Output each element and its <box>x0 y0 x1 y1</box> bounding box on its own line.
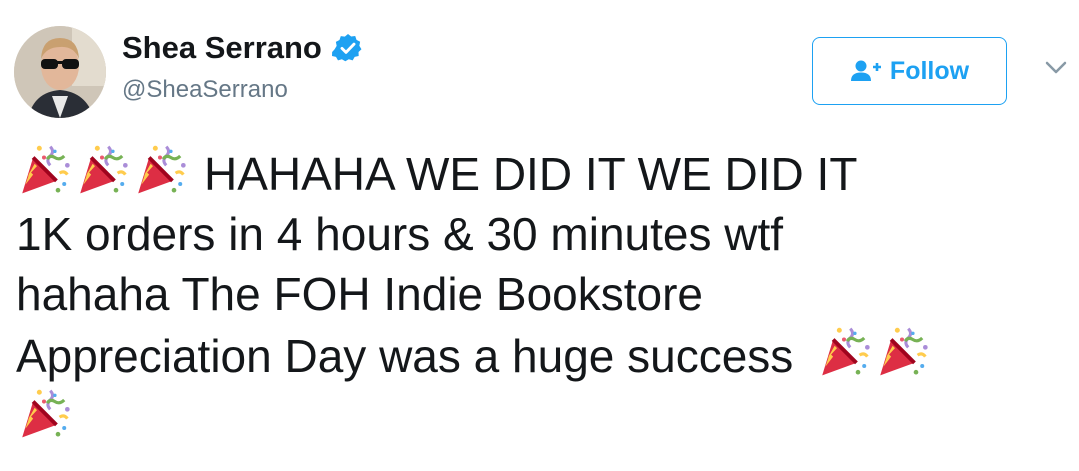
tweet-text-line-3: hahaha The FOH Indie Bookstore <box>16 268 704 320</box>
party-popper-icon <box>74 142 130 198</box>
party-popper-icon <box>16 142 72 198</box>
user-handle[interactable]: @SheaSerrano <box>122 74 364 106</box>
tweet-text-line-4: Appreciation Day was a huge success <box>16 330 794 382</box>
party-popper-icon <box>816 324 872 380</box>
tweet-line-1: HAHAHA WE DID IT WE DID IT <box>16 142 1066 204</box>
tweet-line-4: Appreciation Day was a huge success <box>16 324 1066 386</box>
chevron-down-icon[interactable] <box>1044 60 1068 76</box>
avatar-photo <box>14 26 106 118</box>
tweet-header: Shea Serrano @SheaSerrano Follow <box>14 26 1074 118</box>
display-name[interactable]: Shea Serrano <box>122 28 322 68</box>
tweet-text-line-1: HAHAHA WE DID IT WE DID IT <box>204 148 858 200</box>
party-popper-icon <box>874 324 930 380</box>
tweet-text-line-2: 1K orders in 4 hours & 30 minutes wtf <box>16 208 784 260</box>
avatar[interactable] <box>14 26 106 118</box>
tweet-text: HAHAHA WE DID IT WE DID IT 1K orders in … <box>16 142 1066 448</box>
follow-button[interactable]: Follow <box>812 37 1007 105</box>
party-popper-icon <box>132 142 188 198</box>
follow-button-label: Follow <box>889 56 970 85</box>
user-info: Shea Serrano @SheaSerrano <box>122 28 364 106</box>
add-user-icon <box>850 60 881 81</box>
tweet-line-5 <box>16 386 1066 448</box>
verified-badge-icon <box>332 34 362 62</box>
party-popper-icon <box>16 386 72 442</box>
